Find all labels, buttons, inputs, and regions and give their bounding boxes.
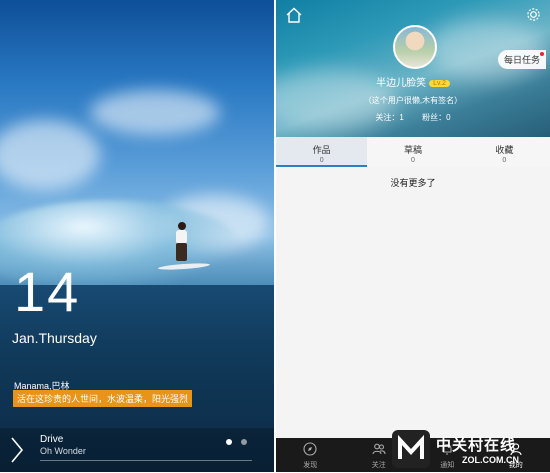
username: 半边儿脸笑Lv.2 xyxy=(276,74,550,89)
page-indicator xyxy=(226,439,247,445)
page-dot[interactable] xyxy=(226,439,232,445)
profile-tabs: 作品 0 草稿 0 收藏 0 xyxy=(276,137,550,167)
watermark-text: 中关村在线 xyxy=(436,434,516,455)
follow-stats: 关注：1 粉丝：0 xyxy=(276,112,550,123)
zol-logo-icon xyxy=(392,430,430,468)
home-icon[interactable] xyxy=(286,7,302,23)
avatar[interactable] xyxy=(393,25,437,69)
page-dot[interactable] xyxy=(241,439,247,445)
tab-label: 草稿 xyxy=(367,143,458,156)
people-icon xyxy=(372,442,386,456)
tab-drafts[interactable]: 草稿 0 xyxy=(367,137,458,167)
compass-icon xyxy=(303,442,317,456)
profile-screen: 每日任务 半边儿脸笑Lv.2 （这个用户很懒,木有签名） 关注：1 粉丝：0 作… xyxy=(276,0,550,472)
profile-header: 每日任务 半边儿脸笑Lv.2 （这个用户很懒,木有签名） 关注：1 粉丝：0 xyxy=(276,0,550,137)
tab-label: 收藏 xyxy=(459,143,550,156)
empty-state-text: 没有更多了 xyxy=(276,176,550,189)
tab-count: 0 xyxy=(276,157,367,164)
lock-quote: 活在这珍贵的人世间，水波温柔，阳光强烈 xyxy=(13,390,192,407)
tab-label: 作品 xyxy=(276,143,367,156)
bio-text: （这个用户很懒,木有签名） xyxy=(276,95,550,106)
nav-label: 发现 xyxy=(276,460,345,470)
lock-date: Jan.Thursday xyxy=(12,330,97,346)
gear-icon[interactable] xyxy=(526,7,541,22)
following-count[interactable]: 关注：1 xyxy=(375,113,403,122)
nav-discover[interactable]: 发现 xyxy=(276,438,345,472)
music-progress-bar[interactable] xyxy=(40,460,252,461)
notification-dot xyxy=(540,52,544,56)
tab-count: 0 xyxy=(367,157,458,164)
song-title: Drive xyxy=(40,434,63,445)
song-artist: Oh Wonder xyxy=(40,446,86,456)
chevron-right-icon[interactable] xyxy=(10,437,24,463)
tab-works[interactable]: 作品 0 xyxy=(276,137,367,167)
daily-task-button[interactable]: 每日任务 xyxy=(498,50,546,69)
lock-day: 14 xyxy=(14,262,80,322)
tab-count: 0 xyxy=(459,157,550,164)
followers-count[interactable]: 粉丝：0 xyxy=(422,113,450,122)
surfer-figure xyxy=(172,222,190,266)
level-badge: Lv.2 xyxy=(429,80,450,87)
username-text: 半边儿脸笑 xyxy=(376,78,426,89)
tab-favorites[interactable]: 收藏 0 xyxy=(459,137,550,167)
cloud xyxy=(90,90,220,135)
lock-screen: 14 Jan.Thursday Manama,巴林 活在这珍贵的人世间，水波温柔… xyxy=(0,0,274,472)
watermark-url: ZOL.COM.CN xyxy=(462,455,519,465)
daily-task-label: 每日任务 xyxy=(504,55,540,65)
cloud xyxy=(0,120,100,190)
zol-watermark: 中关村在线 ZOL.COM.CN xyxy=(392,430,544,468)
